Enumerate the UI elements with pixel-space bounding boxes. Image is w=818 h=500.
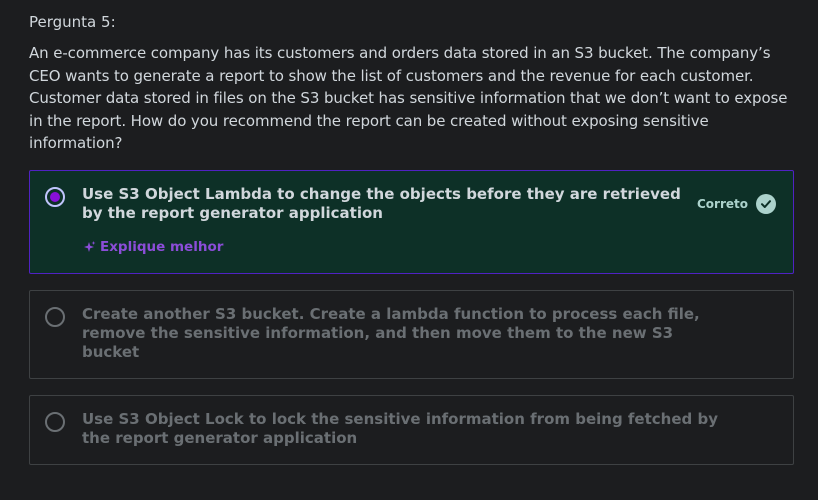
radio-button[interactable] [45, 411, 65, 432]
answer-text: Use S3 Object Lock to lock the sensitive… [82, 409, 718, 447]
radio-button[interactable] [45, 306, 65, 327]
answer-text: Use S3 Object Lambda to change the objec… [82, 184, 681, 222]
answer-text: Create another S3 bucket. Create a lambd… [82, 304, 700, 361]
radio-dot [50, 191, 60, 202]
sparkle-icon [84, 240, 96, 252]
radio-button-selected[interactable] [45, 186, 65, 207]
answer-option-1[interactable]: Use S3 Object Lambda to change the objec… [29, 169, 794, 274]
answer-option-3[interactable]: Use S3 Object Lock to lock the sensitive… [29, 394, 794, 465]
quiz-page: Pergunta 5: An e-commerce company has it… [0, 0, 818, 500]
explain-more-link[interactable]: Explique melhor [82, 239, 777, 255]
correct-status: Correto [696, 193, 776, 214]
explain-more-label: Explique melhor [100, 238, 224, 255]
answer-option-2[interactable]: Create another S3 bucket. Create a lambd… [29, 289, 794, 379]
check-circle-icon [756, 193, 776, 214]
status-label: Correto [696, 196, 748, 211]
question-number: Pergunta 5: [29, 13, 116, 31]
question-text: An e-commerce company has its customers … [29, 44, 788, 152]
